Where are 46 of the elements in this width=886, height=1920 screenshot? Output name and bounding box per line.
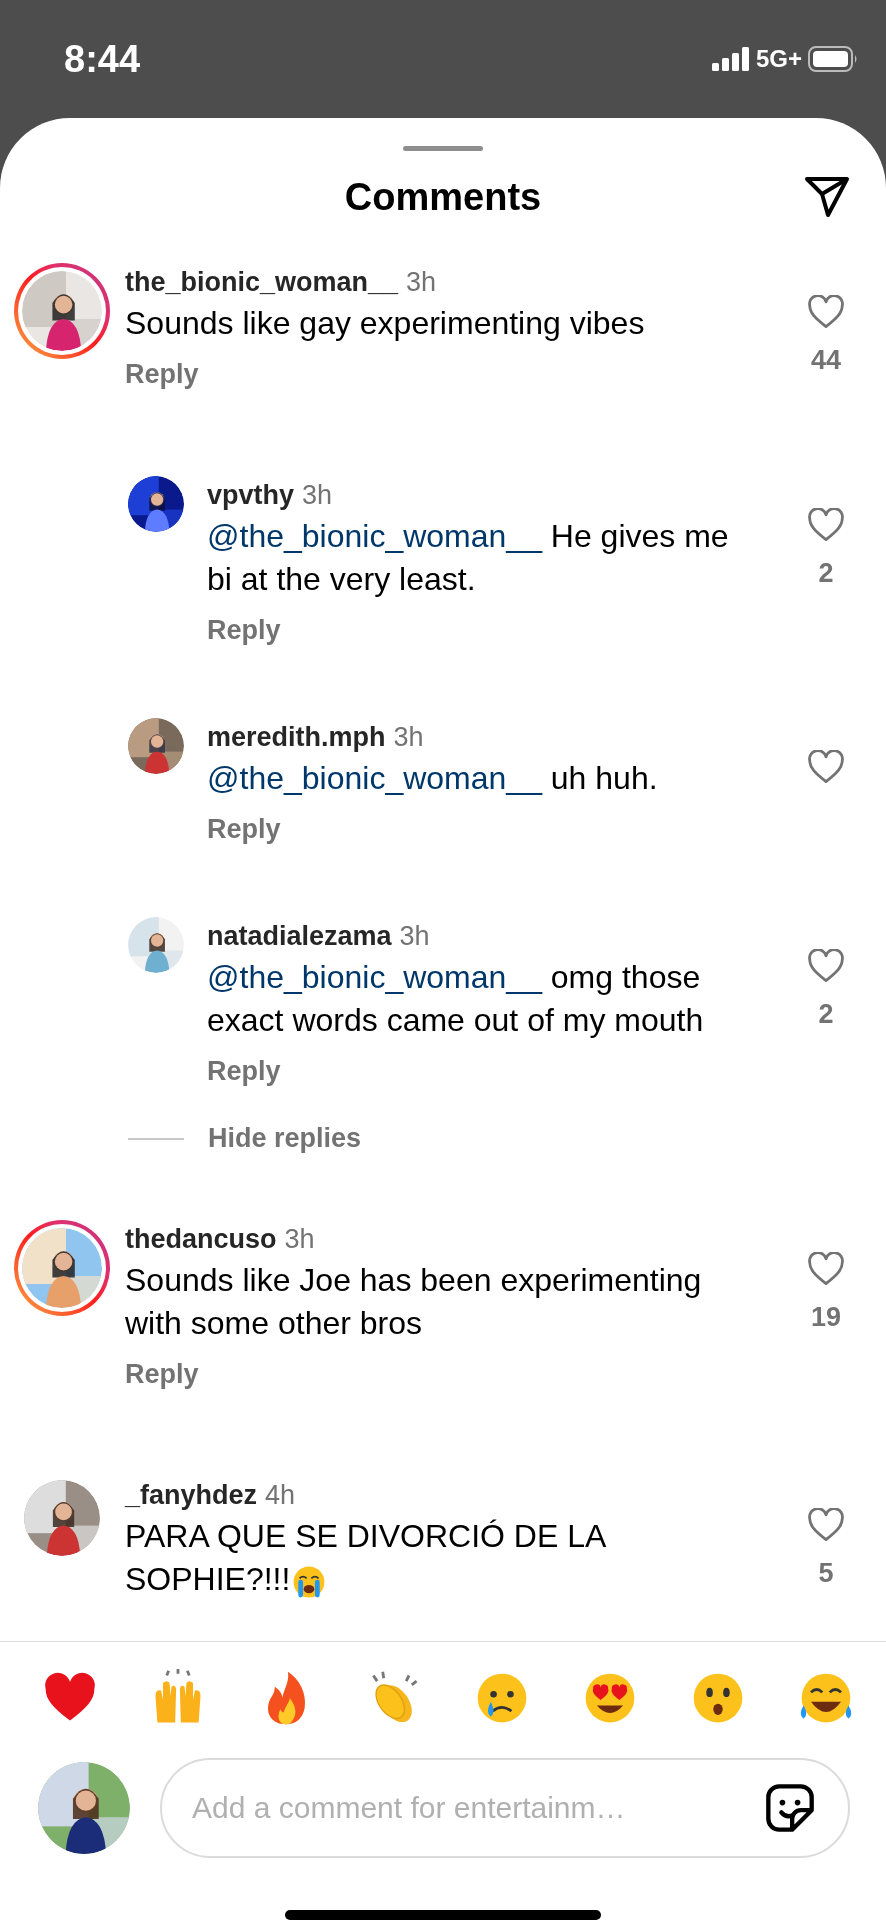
like-count: 2 xyxy=(818,558,834,589)
comment-time: 4h xyxy=(265,1480,296,1511)
heart-icon[interactable] xyxy=(807,750,845,784)
comment-time: 3h xyxy=(399,921,430,952)
comment-text: PARA QUE SE DIVORCIÓ DE LA SOPHIE?!!! xyxy=(125,1515,751,1601)
heart-icon[interactable] xyxy=(807,508,845,542)
reply-link[interactable]: Reply xyxy=(207,1056,759,1087)
username[interactable]: the_bionic_woman__ xyxy=(125,267,399,298)
signal-icon xyxy=(711,47,750,71)
drag-handle[interactable] xyxy=(403,146,483,151)
username[interactable]: thedancuso xyxy=(125,1224,277,1255)
comment-time: 3h xyxy=(406,267,437,298)
username[interactable]: _fanyhdez xyxy=(125,1480,258,1511)
comment-input[interactable]: Add a comment for entertainm… xyxy=(160,1758,850,1858)
reply-link[interactable]: Reply xyxy=(125,359,751,390)
like-count: 19 xyxy=(810,1302,841,1333)
heart-icon[interactable] xyxy=(807,295,845,329)
username[interactable]: natadialezama xyxy=(207,921,392,952)
reply-link[interactable]: Reply xyxy=(207,814,759,845)
comment-text: Sounds like gay experimenting vibes xyxy=(125,304,646,343)
sticker-icon[interactable] xyxy=(764,1782,816,1834)
comment-time: 3h xyxy=(302,480,333,511)
like-count: 5 xyxy=(818,1558,834,1589)
mention-link[interactable]: @the_bionic_woman__ xyxy=(207,760,542,796)
comment-text: @the_bionic_woman__ uh huh. xyxy=(207,759,659,798)
status-time: 8:44 xyxy=(64,37,141,81)
heart-icon[interactable] xyxy=(807,1508,845,1542)
reply-link[interactable]: Reply xyxy=(207,615,759,646)
username[interactable]: vpvthy xyxy=(207,480,295,511)
reply-link[interactable]: Reply xyxy=(125,1359,751,1390)
like-count: 2 xyxy=(818,999,834,1030)
comment-text: @the_bionic_woman__ omg those exact words came out of my mouth xyxy=(207,958,705,1040)
comment-text: @the_bionic_woman__ He gives me bi at the very least. xyxy=(207,517,730,599)
battery-icon xyxy=(808,46,858,72)
mention-link[interactable]: @the_bionic_woman__ xyxy=(207,959,542,995)
like-count: 44 xyxy=(810,345,841,376)
comment-time: 3h xyxy=(284,1224,315,1255)
network-label: 5G+ xyxy=(755,45,802,73)
heart-icon[interactable] xyxy=(807,949,845,983)
hide-replies-link[interactable]: Hide replies xyxy=(208,1123,362,1154)
comment-time: 3h xyxy=(393,722,424,753)
comment-text: Sounds like Joe has been experimenting with some other bros xyxy=(125,1261,703,1343)
sheet-title: Comments xyxy=(344,175,542,219)
mention-link[interactable]: @the_bionic_woman__ xyxy=(207,518,542,554)
username[interactable]: meredith.mph xyxy=(207,722,386,753)
heart-icon[interactable] xyxy=(807,1252,845,1286)
